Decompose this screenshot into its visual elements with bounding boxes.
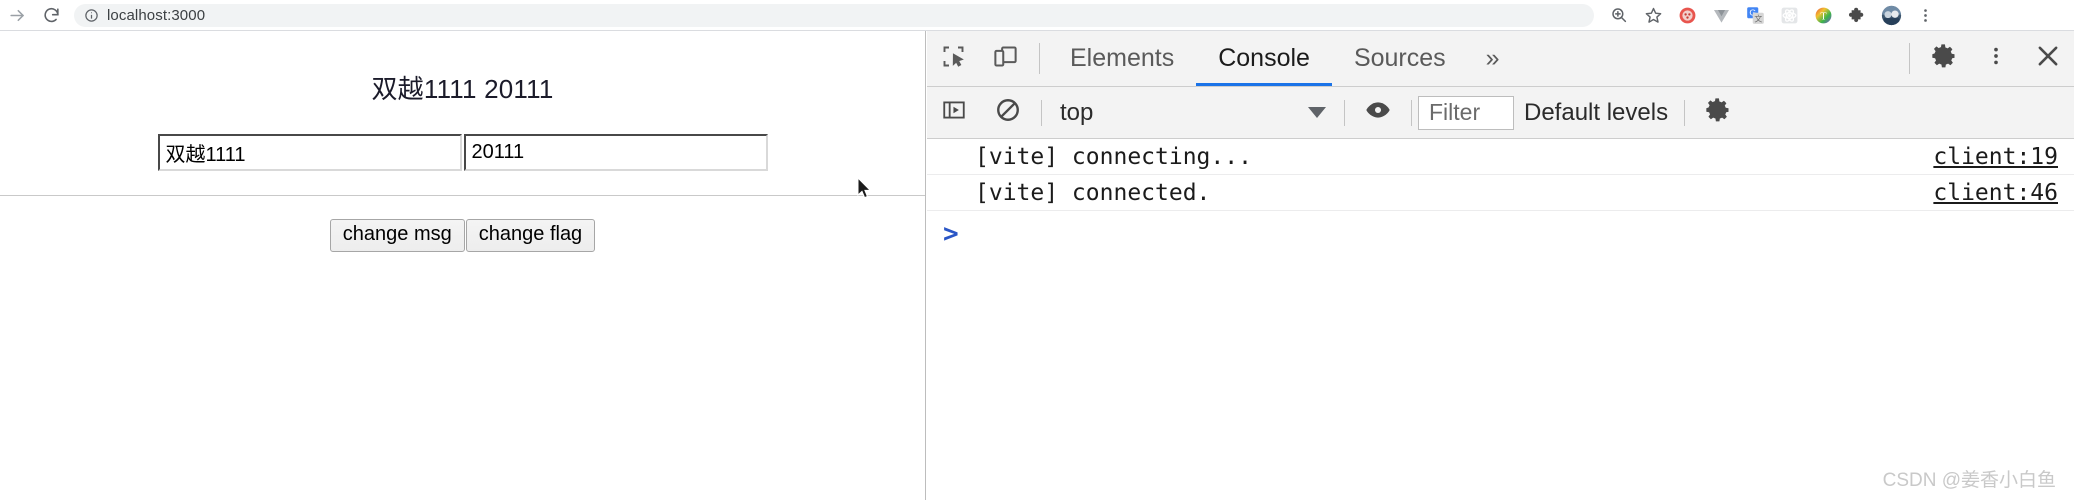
svg-text:T: T bbox=[1820, 11, 1827, 22]
console-sidebar-button[interactable] bbox=[927, 87, 981, 139]
live-expression-button[interactable] bbox=[1351, 87, 1405, 139]
console-message-text: [vite] connected. bbox=[975, 179, 1211, 206]
browser-toolbar-icons: G 文 T bbox=[1602, 2, 1948, 28]
console-prompt[interactable]: > bbox=[927, 211, 2074, 251]
console-toolbar-divider-4 bbox=[1684, 99, 1686, 126]
flag-input[interactable] bbox=[463, 134, 768, 171]
tab-elements[interactable]: Elements bbox=[1048, 31, 1196, 86]
clear-console-button[interactable] bbox=[981, 87, 1035, 139]
change-flag-button[interactable]: change flag bbox=[465, 219, 596, 252]
reload-icon bbox=[42, 6, 61, 25]
devtools-menu-icon bbox=[1985, 45, 2007, 72]
extension-octopus-icon[interactable] bbox=[1670, 2, 1704, 28]
screenshot-root: localhost:3000 G 文 T 双越1111 20111 双越1111… bbox=[0, 0, 2074, 500]
close-devtools-button[interactable] bbox=[2022, 31, 2074, 86]
console-filter-input[interactable]: Filter bbox=[1418, 95, 1514, 130]
eye-icon bbox=[1364, 96, 1392, 129]
settings-button[interactable] bbox=[1918, 31, 1970, 86]
close-icon bbox=[2034, 42, 2062, 75]
arrow-forward-icon bbox=[8, 6, 27, 25]
site-info-icon[interactable] bbox=[84, 8, 99, 23]
tabbar-divider-right bbox=[1909, 43, 1910, 74]
console-sidebar-icon bbox=[941, 97, 967, 128]
address-bar[interactable]: localhost:3000 bbox=[74, 3, 1594, 27]
tabbar-divider-left bbox=[1039, 43, 1040, 74]
clear-console-icon bbox=[995, 97, 1021, 128]
watermark: CSDN @姜香小白鱼 bbox=[1882, 470, 2056, 491]
console-messages[interactable]: [vite] connecting... client:19 [vite] co… bbox=[927, 139, 2074, 500]
extension-react-devtools-icon[interactable] bbox=[1772, 2, 1806, 28]
devtools-menu-button[interactable] bbox=[1970, 31, 2022, 86]
extension-colorful-t-icon[interactable]: T bbox=[1806, 2, 1840, 28]
console-settings-button[interactable] bbox=[1691, 87, 1745, 139]
button-row: change msg change flag bbox=[0, 219, 925, 252]
zoom-icon[interactable] bbox=[1602, 2, 1636, 28]
console-toolbar-divider-1 bbox=[1041, 99, 1042, 126]
inspect-element-button[interactable] bbox=[927, 31, 979, 86]
console-message-row[interactable]: [vite] connecting... client:19 bbox=[927, 139, 2074, 175]
svg-text:文: 文 bbox=[1754, 13, 1762, 23]
console-message-source-link[interactable]: client:19 bbox=[1933, 144, 2058, 170]
extension-vue-devtools-icon[interactable] bbox=[1704, 2, 1738, 28]
section-divider bbox=[0, 195, 925, 196]
console-settings-gear-icon bbox=[1704, 96, 1732, 129]
extensions-puzzle-icon[interactable] bbox=[1840, 2, 1874, 28]
console-toolbar: top Filter Default levels bbox=[927, 87, 2074, 139]
chrome-menu-icon[interactable] bbox=[1908, 2, 1942, 28]
browser-toolbar: localhost:3000 G 文 T bbox=[0, 0, 2074, 31]
msg-input[interactable] bbox=[157, 134, 462, 171]
page-title: 双越1111 20111 bbox=[371, 74, 554, 104]
inspect-element-icon bbox=[940, 43, 967, 75]
console-levels-dropdown[interactable]: Default levels bbox=[1524, 99, 1668, 127]
console-message-source-link[interactable]: client:46 bbox=[1933, 180, 2058, 206]
chevron-down-icon bbox=[1308, 107, 1326, 118]
console-prompt-caret-icon: > bbox=[943, 219, 959, 249]
tab-console[interactable]: Console bbox=[1196, 31, 1332, 86]
console-context-label: top bbox=[1060, 98, 1094, 126]
extension-google-translate-icon[interactable]: G 文 bbox=[1738, 2, 1772, 28]
device-toolbar-icon bbox=[992, 43, 1019, 75]
console-filter-placeholder: Filter bbox=[1429, 99, 1481, 125]
console-toolbar-divider-3 bbox=[1411, 99, 1412, 126]
console-context-selector[interactable]: top bbox=[1048, 99, 1338, 127]
console-message-row[interactable]: [vite] connected. client:46 bbox=[927, 175, 2074, 211]
device-toolbar-button[interactable] bbox=[979, 31, 1031, 86]
profile-avatar[interactable] bbox=[1874, 2, 1908, 28]
more-tabs-button[interactable]: » bbox=[1468, 31, 1518, 86]
console-toolbar-divider-2 bbox=[1344, 99, 1345, 126]
forward-button[interactable] bbox=[0, 2, 34, 28]
reload-button[interactable] bbox=[34, 2, 68, 28]
change-msg-button[interactable]: change msg bbox=[329, 219, 465, 252]
devtools-panel: Elements Console Sources » top Filter De… bbox=[927, 31, 2074, 500]
page-viewport: 双越1111 20111 change msg change flag bbox=[0, 31, 926, 500]
tab-sources[interactable]: Sources bbox=[1332, 31, 1468, 86]
input-row bbox=[0, 134, 925, 171]
bookmark-star-icon[interactable] bbox=[1636, 2, 1670, 28]
console-message-text: [vite] connecting... bbox=[975, 143, 1252, 170]
mouse-cursor-icon bbox=[857, 176, 873, 200]
settings-gear-icon bbox=[1930, 42, 1958, 75]
address-bar-url: localhost:3000 bbox=[107, 6, 206, 24]
tabbar-spacer bbox=[1518, 31, 1901, 86]
devtools-tabbar: Elements Console Sources » bbox=[927, 31, 2074, 87]
